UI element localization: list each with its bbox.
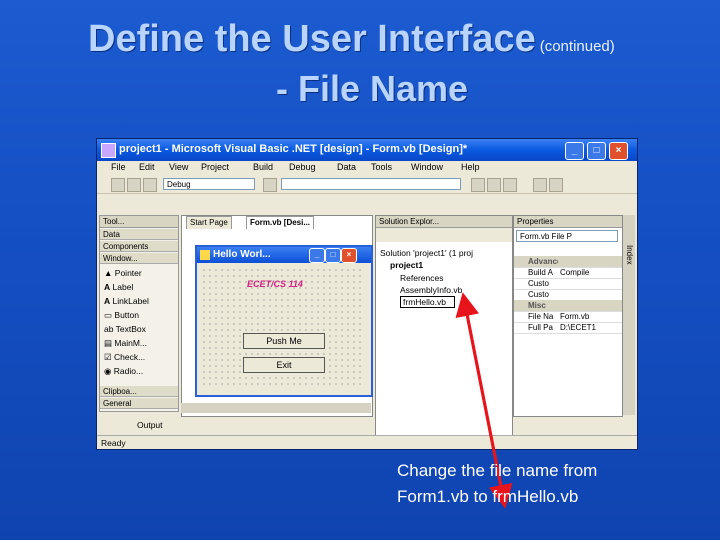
callout-arrow — [455, 292, 513, 509]
note-line-1: Change the file name from — [397, 461, 598, 480]
instruction-note: Change the file name from Form1.vb to fr… — [397, 458, 597, 510]
note-line-2: Form1.vb to frmHello.vb — [397, 487, 579, 506]
